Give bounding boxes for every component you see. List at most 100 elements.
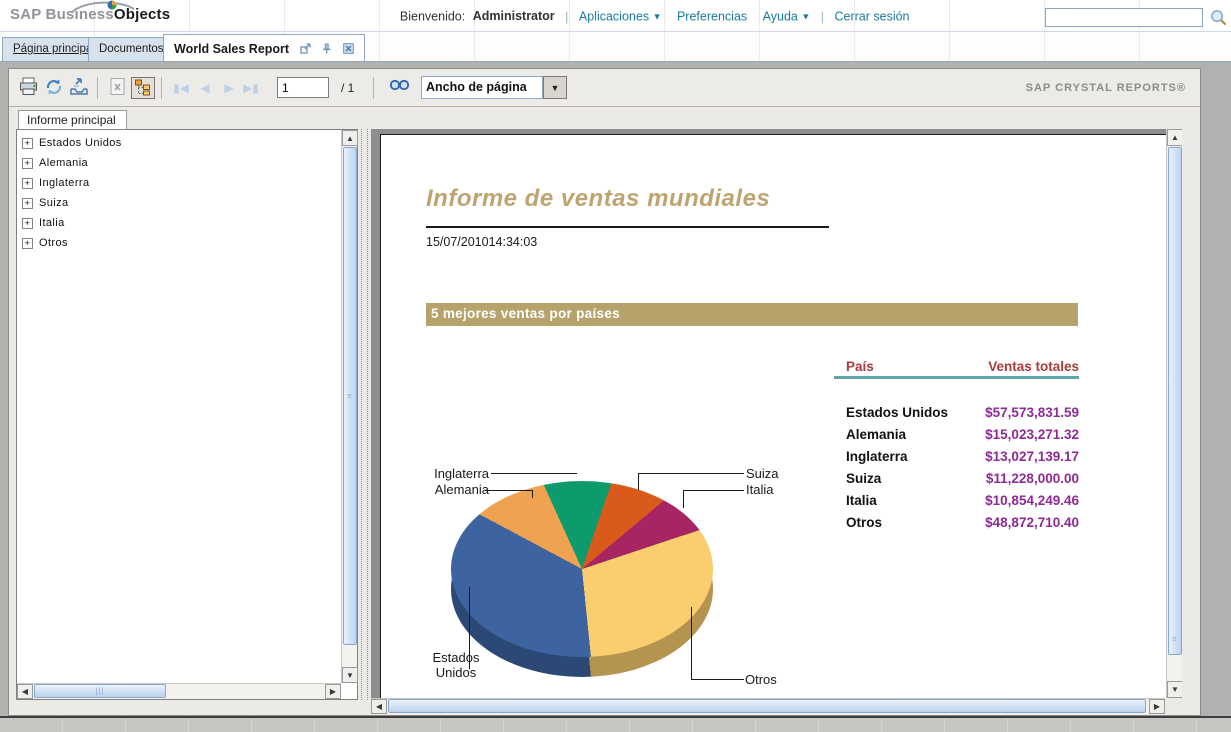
pie-chart[interactable] xyxy=(451,481,713,677)
float-icon[interactable] xyxy=(300,43,311,54)
table-cell-total: $10,854,249.46 xyxy=(846,493,1079,508)
tree-item-label: Italia xyxy=(39,217,65,229)
callout-suiza: Suiza xyxy=(746,466,779,481)
page-number-input[interactable] xyxy=(277,77,329,98)
connector-line xyxy=(683,490,684,508)
connector-line xyxy=(532,490,533,498)
scrollbar-thumb[interactable]: ≡ xyxy=(1168,147,1182,655)
table-cell-total: $13,027,139.17 xyxy=(846,449,1079,464)
scroll-left-icon[interactable]: ◀ xyxy=(17,684,33,699)
tree-item-label: Inglaterra xyxy=(39,177,89,189)
table-cell-total: $15,023,271.32 xyxy=(846,427,1079,442)
expand-icon[interactable]: + xyxy=(22,238,33,249)
divider: | xyxy=(814,10,831,24)
viewer-vscrollbar[interactable]: ▲ ≡ ▼ xyxy=(1166,129,1182,698)
pin-icon[interactable] xyxy=(321,43,332,54)
crystal-reports-toolbar: ▮◀ ◀ ▶ ▶▮ / 1 Ancho de página ▼ SAP CRYS… xyxy=(9,69,1200,107)
expand-icon[interactable]: + xyxy=(22,158,33,169)
scroll-down-icon[interactable]: ▼ xyxy=(342,667,358,683)
table-cell-total: $57,573,831.59 xyxy=(846,405,1079,420)
scrollbar-thumb[interactable]: ≡ xyxy=(343,147,357,645)
tree-item-suiza[interactable]: + Suiza xyxy=(17,195,339,212)
tab-documentos[interactable]: Documentos xyxy=(88,37,175,61)
tree-item-estados-unidos[interactable]: + Estados Unidos xyxy=(17,135,339,152)
report-viewer-area: Informe de ventas mundiales 15/07/201014… xyxy=(371,129,1182,698)
excel-icon[interactable] xyxy=(106,77,130,99)
tree-item-label: Suiza xyxy=(39,197,69,209)
connector-line xyxy=(491,473,577,474)
search-input[interactable] xyxy=(1045,8,1203,27)
first-page-icon[interactable]: ▮◀ xyxy=(169,77,193,99)
last-page-icon[interactable]: ▶▮ xyxy=(241,77,261,99)
find-icon[interactable] xyxy=(387,77,411,99)
menu-aplicaciones[interactable]: Aplicaciones ▼ xyxy=(579,9,662,23)
scroll-up-icon[interactable]: ▲ xyxy=(342,130,358,146)
tree-item-label: Alemania xyxy=(39,157,88,169)
connector-line xyxy=(485,490,533,491)
export-icon[interactable] xyxy=(67,77,91,99)
callout-otros: Otros xyxy=(745,672,777,687)
close-icon[interactable] xyxy=(343,43,354,54)
bottom-margin xyxy=(0,716,1231,732)
callout-inglaterra: Inglaterra xyxy=(401,466,489,481)
scroll-right-icon[interactable]: ▶ xyxy=(1149,699,1165,714)
tree-item-label: Estados Unidos xyxy=(39,137,122,149)
group-tree: + Estados Unidos + Alemania + Inglaterra + Suiz… xyxy=(17,132,339,252)
print-icon[interactable] xyxy=(17,77,41,99)
group-tree-icon[interactable] xyxy=(131,77,155,99)
expand-icon[interactable]: + xyxy=(22,218,33,229)
chevron-down-icon: ▼ xyxy=(653,12,662,22)
toolbar-separator xyxy=(97,77,98,99)
scrollbar-thumb[interactable]: ||| xyxy=(34,684,166,698)
report-title: Informe de ventas mundiales xyxy=(426,185,770,213)
tab-world-sales-report[interactable]: World Sales Report xyxy=(163,34,365,61)
connector-line xyxy=(638,473,639,490)
scroll-left-icon[interactable]: ◀ xyxy=(371,699,387,714)
magnifier-icon[interactable] xyxy=(1209,8,1228,27)
report-datetime: 15/07/201014:34:03 xyxy=(426,235,537,249)
username: Administrator xyxy=(473,9,555,23)
prev-page-icon[interactable]: ◀ xyxy=(193,77,217,99)
expand-icon[interactable]: + xyxy=(22,178,33,189)
table-header-rule xyxy=(834,376,1079,379)
menu-preferencias[interactable]: Preferencias xyxy=(677,10,747,24)
refresh-icon[interactable] xyxy=(42,77,66,99)
scroll-up-icon[interactable]: ▲ xyxy=(1167,129,1182,146)
header-bar: SAP BusinessObjects Bienvenido: Administ… xyxy=(0,0,1231,32)
page-count-label: / 1 xyxy=(341,81,354,95)
connector-line xyxy=(683,490,744,491)
tree-item-inglaterra[interactable]: + Inglaterra xyxy=(17,175,339,192)
connector-line xyxy=(691,679,744,680)
zoom-level-select[interactable]: Ancho de página xyxy=(421,76,543,99)
expand-icon[interactable]: + xyxy=(22,138,33,149)
pie-surface xyxy=(451,481,713,657)
menu-ayuda[interactable]: Ayuda ▼ xyxy=(763,9,811,23)
scroll-down-icon[interactable]: ▼ xyxy=(1167,681,1182,698)
tree-item-label: Otros xyxy=(39,237,68,249)
toolbar-separator xyxy=(373,77,374,99)
tree-item-otros[interactable]: + Otros xyxy=(17,235,339,252)
scroll-right-icon[interactable]: ▶ xyxy=(325,684,341,699)
toolbar-separator xyxy=(161,77,162,99)
title-rule xyxy=(426,226,829,228)
tab-informe-principal[interactable]: Informe principal xyxy=(18,110,127,129)
scrollbar-thumb[interactable] xyxy=(388,699,1146,713)
group-tree-panel: + Estados Unidos + Alemania + Inglaterra + Suiz… xyxy=(16,129,358,700)
viewer-hscrollbar[interactable]: ◀ ▶ xyxy=(371,698,1165,714)
table-cell-total: $11,228,000.00 xyxy=(846,471,1079,486)
column-header-ventas-totales: Ventas totales xyxy=(846,359,1079,374)
panel-splitter[interactable] xyxy=(361,129,368,700)
sidebar-vscrollbar[interactable]: ▲ ≡ ▼ xyxy=(341,130,357,683)
expand-icon[interactable]: + xyxy=(22,198,33,209)
logout-link[interactable]: Cerrar sesión xyxy=(834,10,909,24)
section-header: 5 mejores ventas por países xyxy=(426,303,1078,326)
callout-alemania: Alemania xyxy=(401,482,489,497)
report-page: Informe de ventas mundiales 15/07/201014… xyxy=(380,134,1167,698)
tree-item-alemania[interactable]: + Alemania xyxy=(17,155,339,172)
sap-businessobjects-logo: SAP BusinessObjects xyxy=(10,6,170,23)
zoom-select-arrow-icon[interactable]: ▼ xyxy=(543,76,567,99)
next-page-icon[interactable]: ▶ xyxy=(217,77,241,99)
sap-crystal-reports-brand: SAP CRYSTAL REPORTS® xyxy=(1026,82,1186,94)
sidebar-hscrollbar[interactable]: ◀ ||| ▶ xyxy=(17,683,341,699)
tree-item-italia[interactable]: + Italia xyxy=(17,215,339,232)
